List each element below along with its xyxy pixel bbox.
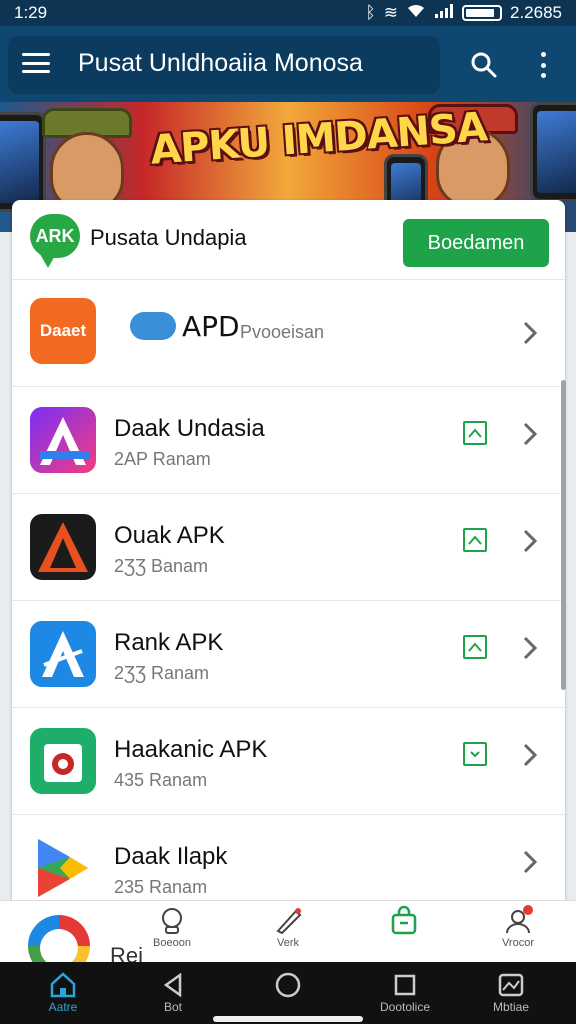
battery-icon <box>462 5 502 21</box>
app-title: Pusat Unldhoaiia Monosa <box>78 49 363 77</box>
chevron-right-icon[interactable] <box>520 320 540 346</box>
tab-verk[interactable]: Verk <box>248 905 328 961</box>
tab-boeoon[interactable]: Boeoon <box>132 905 212 961</box>
app-icon <box>30 621 96 687</box>
tab-label: Verk <box>276 937 299 949</box>
list-item[interactable]: Rank APK 2ƷƷ Ranam <box>12 601 565 708</box>
app-icon-label: Daaet <box>39 321 87 340</box>
tab-label: Boeoon <box>153 937 191 949</box>
nav-label: Dootolice <box>379 1000 431 1014</box>
primary-action-button[interactable]: Boedamen <box>403 219 549 267</box>
chevron-right-icon[interactable] <box>520 635 540 661</box>
list-item-title: Haakanic APK <box>114 736 268 763</box>
chevron-right-icon[interactable] <box>520 742 540 768</box>
phone-illustration-right <box>530 102 576 202</box>
nav-label: Bot <box>163 1000 182 1014</box>
card-header: ARK Pusata Undapia Boedamen <box>12 200 565 280</box>
nav-recents[interactable]: Dootolice <box>360 970 450 1024</box>
app-list-card: ARK Pusata Undapia Boedamen Daaet APD Pv… <box>12 200 565 970</box>
nav-home[interactable]: Aatre <box>18 970 108 1024</box>
list-item-title: Daak Undasia <box>114 415 265 442</box>
app-icon <box>30 407 96 473</box>
list-item[interactable]: Ouak APK 2ƷƷ Banam <box>12 494 565 601</box>
tab-store[interactable] <box>364 905 444 961</box>
status-bar: 1:29 ᛒ ≋ 2.2685 <box>0 0 576 26</box>
menu-icon[interactable] <box>22 50 50 76</box>
app-icon <box>30 728 96 794</box>
more-vertical-icon[interactable] <box>533 50 553 80</box>
list-item-subtitle: 235 Ranam <box>114 877 208 897</box>
list-item-subtitle: 2ƷƷ Ranam <box>114 663 210 683</box>
shop-icon <box>391 905 417 935</box>
play-store-icon <box>30 835 96 901</box>
list-item-subtitle: 2ƷƷ Banam <box>114 556 209 576</box>
recents-icon <box>394 974 416 996</box>
list-item-title: Daak Ilapk <box>114 843 228 870</box>
nav-label: Aatre <box>48 1000 78 1014</box>
status-icons: ᛒ ≋ 2.2685 <box>366 3 562 24</box>
nav-gallery[interactable]: Mbtiae <box>466 970 556 1024</box>
app-bar: Pusat Unldhoaiia Monosa <box>0 26 576 102</box>
gallery-icon <box>498 973 524 997</box>
list-item[interactable]: Haakanic APK 435 Ranam <box>12 708 565 815</box>
list-item[interactable]: Daak Undasia 2AP Ranam <box>12 387 565 494</box>
chevron-right-icon[interactable] <box>520 849 540 875</box>
signal-icon <box>434 3 454 24</box>
wifi-icon <box>406 3 426 24</box>
update-up-icon[interactable] <box>463 421 487 445</box>
update-up-icon[interactable] <box>463 528 487 552</box>
pen-icon <box>276 908 302 935</box>
tab-vrocor[interactable]: Vrocor <box>478 905 558 961</box>
nav-label: Mbtiae <box>492 1000 530 1014</box>
update-up-icon[interactable] <box>463 635 487 659</box>
navigation-bar: Aatre Bot Dootolice Mbtiae <box>0 962 576 1024</box>
headset-icon <box>162 908 182 934</box>
list-item-subtitle: 435 Ranam <box>114 770 208 790</box>
list-item-title: Ouak APK <box>114 522 225 549</box>
vibrate-icon: ≋ <box>383 3 398 22</box>
home-icon <box>50 972 76 998</box>
bottom-tab-bar: Rei Boeoon Verk Vrocor <box>0 900 576 977</box>
chevron-right-icon[interactable] <box>520 421 540 447</box>
search-icon[interactable] <box>470 51 498 79</box>
circle-home-icon <box>275 972 301 998</box>
home-indicator[interactable] <box>213 1016 363 1022</box>
app-icon <box>30 514 96 580</box>
tab-label: Vrocor <box>502 937 534 949</box>
chevron-right-icon[interactable] <box>520 528 540 554</box>
scrollbar[interactable] <box>561 380 566 690</box>
user-notification-icon <box>506 905 533 934</box>
bluetooth-icon: ᛒ <box>365 3 376 22</box>
back-icon <box>163 972 182 998</box>
update-down-icon[interactable] <box>463 742 487 766</box>
list-item-title: APD <box>182 310 240 343</box>
brand-logo: ARK <box>30 214 80 268</box>
list-item-subtitle: 2AP Ranam <box>114 449 211 469</box>
list-item-subtitle: Pvooeisan <box>240 322 325 342</box>
list-item[interactable]: Daaet APD Pvooeisan <box>12 280 565 387</box>
cloud-badge-icon <box>130 312 176 340</box>
card-title: Pusata Undapia <box>90 225 247 250</box>
app-icon: Daaet <box>30 298 96 364</box>
phone-illustration-left <box>0 112 46 212</box>
status-right-text: 2.2685 <box>510 3 562 22</box>
status-time: 1:29 <box>14 3 48 22</box>
nav-back[interactable]: Bot <box>128 970 218 1024</box>
list-item-title: Rank APK <box>114 629 224 656</box>
